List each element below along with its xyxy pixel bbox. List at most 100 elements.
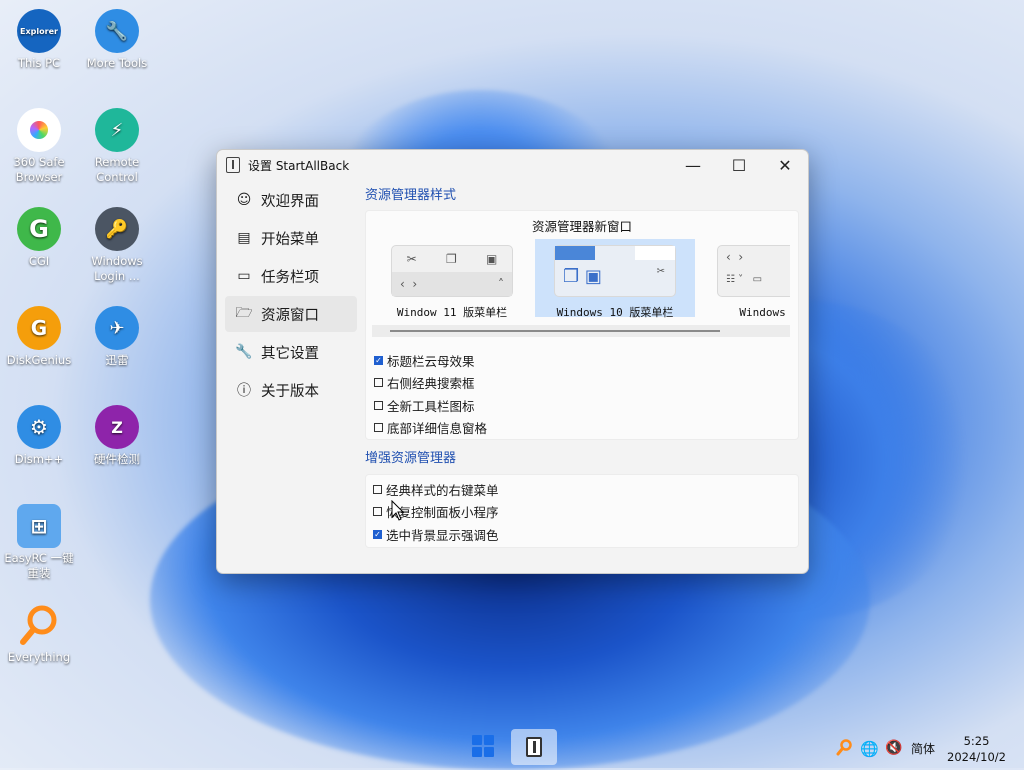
diskgenius-icon: G: [17, 306, 61, 350]
desktop-icon-hardware-check[interactable]: Z 硬件检测: [79, 405, 155, 467]
checkbox-label: 右侧经典搜索框: [387, 376, 475, 392]
desktop-icon-this-pc[interactable]: Explorer This PC: [1, 9, 77, 71]
sidebar-item-label: 关于版本: [261, 383, 319, 400]
sidebar-item-label: 任务栏项: [261, 269, 319, 286]
style-option-win7[interactable]: ‹ › ☷ ˅ ▭ Windows 7 版: [698, 239, 790, 319]
desktop-icon-dism[interactable]: ⚙ Dism++: [1, 405, 77, 467]
win10-tab: [635, 246, 675, 260]
nav-arrows-icon: ‹ ›: [726, 250, 744, 264]
desktop-icon-label: CGI: [28, 254, 50, 268]
checkbox-unchecked[interactable]: [374, 400, 383, 410]
taskbar-startallback-button[interactable]: [511, 729, 557, 765]
sidebar-item-label: 其它设置: [261, 345, 319, 362]
folder-icon: 🗁: [235, 305, 253, 321]
windows-logo-tile: [484, 747, 494, 757]
startallback-app-icon: [526, 737, 542, 757]
copy-icon: ❐: [445, 252, 457, 266]
checkbox-checked[interactable]: ✓: [374, 355, 383, 365]
win10-preview: ❐ ▣ ✂: [554, 245, 676, 297]
desktop-icon-xunlei[interactable]: ✈ 迅雷: [79, 306, 155, 368]
startallback-settings-window: 设置 StartAllBack — ☐ ✕ ☺ 欢迎界面 ▤ 开始菜单 ▭ 任务…: [216, 149, 809, 574]
desktop-icon-diskgenius[interactable]: G DiskGenius: [1, 306, 77, 368]
style-option-label: Windows 10 版菜单栏: [556, 306, 674, 319]
desktop-icon-more-tools[interactable]: 🔧 More Tools: [79, 9, 155, 71]
win11-toolbar: ✂ ❐ ▣: [392, 246, 512, 272]
start-button[interactable]: [472, 735, 494, 757]
explorer-style-card: 资源管理器新窗口 ✂ ❐ ▣ ‹ › ˄ Window 11 版菜单栏 ❐ ▣ …: [365, 210, 799, 440]
checkbox-mica-titlebar[interactable]: ✓ 标题栏云母效果: [374, 349, 487, 372]
checkbox-unchecked[interactable]: [374, 378, 383, 388]
checkbox-details-pane[interactable]: 底部详细信息窗格: [374, 417, 487, 440]
cpu-z-icon: Z: [95, 405, 139, 449]
scrollbar-thumb[interactable]: [390, 330, 720, 332]
sidebar-item-welcome[interactable]: ☺ 欢迎界面: [225, 182, 357, 218]
window-titlebar[interactable]: 设置 StartAllBack — ☐ ✕: [217, 150, 808, 180]
sidebar-item-explorer[interactable]: 🗁 资源窗口: [225, 296, 357, 332]
clock-time: 5:25: [963, 734, 990, 748]
win11-preview: ✂ ❐ ▣ ‹ › ˄: [391, 245, 513, 297]
enhanced-explorer-card: 经典样式的右键菜单 恢复控制面板小程序 ✓ 选中背景显示强调色: [365, 474, 799, 548]
sidebar-item-start-menu[interactable]: ▤ 开始菜单: [225, 220, 357, 256]
cgi-icon: G: [17, 207, 61, 251]
section-title-explorer-style: 资源管理器样式: [365, 188, 457, 203]
desktop-icon-windows-login[interactable]: 🔑 Windows Login ...: [79, 207, 155, 284]
desktop-icon-label: Dism++: [14, 452, 64, 466]
everything-tray-icon[interactable]: [836, 739, 852, 757]
ime-indicator[interactable]: 简体: [911, 740, 935, 757]
desktop-icon-label: 硬件检测: [94, 452, 140, 466]
start-menu-icon: ▤: [237, 230, 251, 246]
desktop-icon-label: Windows Login ...: [91, 254, 143, 283]
win10-file-tab: [555, 246, 595, 260]
network-globe-icon[interactable]: 🌐: [860, 740, 879, 758]
wrench-icon: 🔧: [95, 9, 139, 53]
taskbar-clock[interactable]: 5:25 2024/10/2: [947, 733, 1006, 765]
key-icon: 🔑: [95, 207, 139, 251]
remote-icon: ⚡: [95, 108, 139, 152]
checkbox-accent-selection[interactable]: ✓ 选中背景显示强调色: [373, 523, 798, 546]
desktop-icon-easyrc[interactable]: ⊞ EasyRC 一键重装: [1, 504, 77, 581]
checkbox-unchecked[interactable]: [373, 484, 382, 494]
style-gallery-scrollbar[interactable]: [372, 325, 790, 337]
windows-logo-tile: [484, 735, 494, 745]
desktop-icon-everything[interactable]: Everything: [1, 603, 77, 665]
paste-icon: ▣: [485, 252, 498, 266]
desktop-icon-360-browser[interactable]: 360 Safe Browser: [1, 108, 77, 185]
copy-icon: ❐ ▣: [563, 266, 602, 287]
view-icon: ☷ ˅ ▭: [726, 274, 763, 285]
sidebar-item-taskbar[interactable]: ▭ 任务栏项: [225, 258, 357, 294]
checkbox-unchecked[interactable]: [374, 423, 383, 433]
volume-muted-icon[interactable]: 🔇: [885, 740, 902, 756]
sidebar-item-about[interactable]: ⓘ 关于版本: [225, 372, 357, 408]
sidebar-item-other-settings[interactable]: 🔧 其它设置: [225, 334, 357, 370]
maximize-button[interactable]: ☐: [716, 150, 762, 180]
checkbox-control-panel-applets[interactable]: 恢复控制面板小程序: [373, 501, 798, 524]
desktop-icon-label: Remote Control: [94, 155, 140, 184]
windows-logo-icon: ⊞: [17, 504, 61, 548]
style-option-win10[interactable]: ❐ ▣ ✂ Windows 10 版菜单栏: [535, 239, 695, 319]
desktop-icon-remote-control[interactable]: ⚡ Remote Control: [79, 108, 155, 185]
checkbox-label: 底部详细信息窗格: [387, 421, 488, 437]
section-title-enhanced: 增强资源管理器: [365, 451, 457, 466]
checkbox-checked[interactable]: ✓: [373, 529, 382, 539]
close-button[interactable]: ✕: [762, 150, 808, 180]
checkbox-classic-search[interactable]: 右侧经典搜索框: [374, 372, 487, 395]
settings-sidebar: ☺ 欢迎界面 ▤ 开始菜单 ▭ 任务栏项 🗁 资源窗口 🔧 其它设置 ⓘ 关于版…: [225, 182, 357, 410]
desktop-icon-label: This PC: [17, 56, 61, 70]
chevron-up-icon: ˄: [498, 277, 504, 291]
settings-content: 资源管理器样式 资源管理器新窗口 ✂ ❐ ▣ ‹ › ˄ Window 11 版菜单栏: [365, 180, 799, 548]
explorer-style-gallery: ✂ ❐ ▣ ‹ › ˄ Window 11 版菜单栏 ❐ ▣ ✂ Windows…: [372, 239, 790, 319]
checkbox-unchecked[interactable]: [373, 507, 382, 517]
magnifier-icon: [17, 603, 61, 647]
sidebar-item-label: 欢迎界面: [261, 193, 319, 210]
desktop-icon-cgi[interactable]: G CGI: [1, 207, 77, 269]
checkbox-label: 标题栏云母效果: [387, 353, 475, 369]
bird-icon: ✈: [95, 306, 139, 350]
checkbox-new-toolbar-icons[interactable]: 全新工具栏图标: [374, 394, 487, 417]
clock-date: 2024/10/2: [947, 750, 1006, 764]
style-option-win11[interactable]: ✂ ❐ ▣ ‹ › ˄ Window 11 版菜单栏: [372, 239, 532, 319]
cut-icon: ✂: [656, 266, 665, 277]
gears-icon: ⚙: [17, 405, 61, 449]
desktop-icon-label: EasyRC 一键重装: [4, 551, 74, 580]
checkbox-classic-context-menu[interactable]: 经典样式的右键菜单: [373, 478, 798, 501]
minimize-button[interactable]: —: [670, 150, 716, 180]
